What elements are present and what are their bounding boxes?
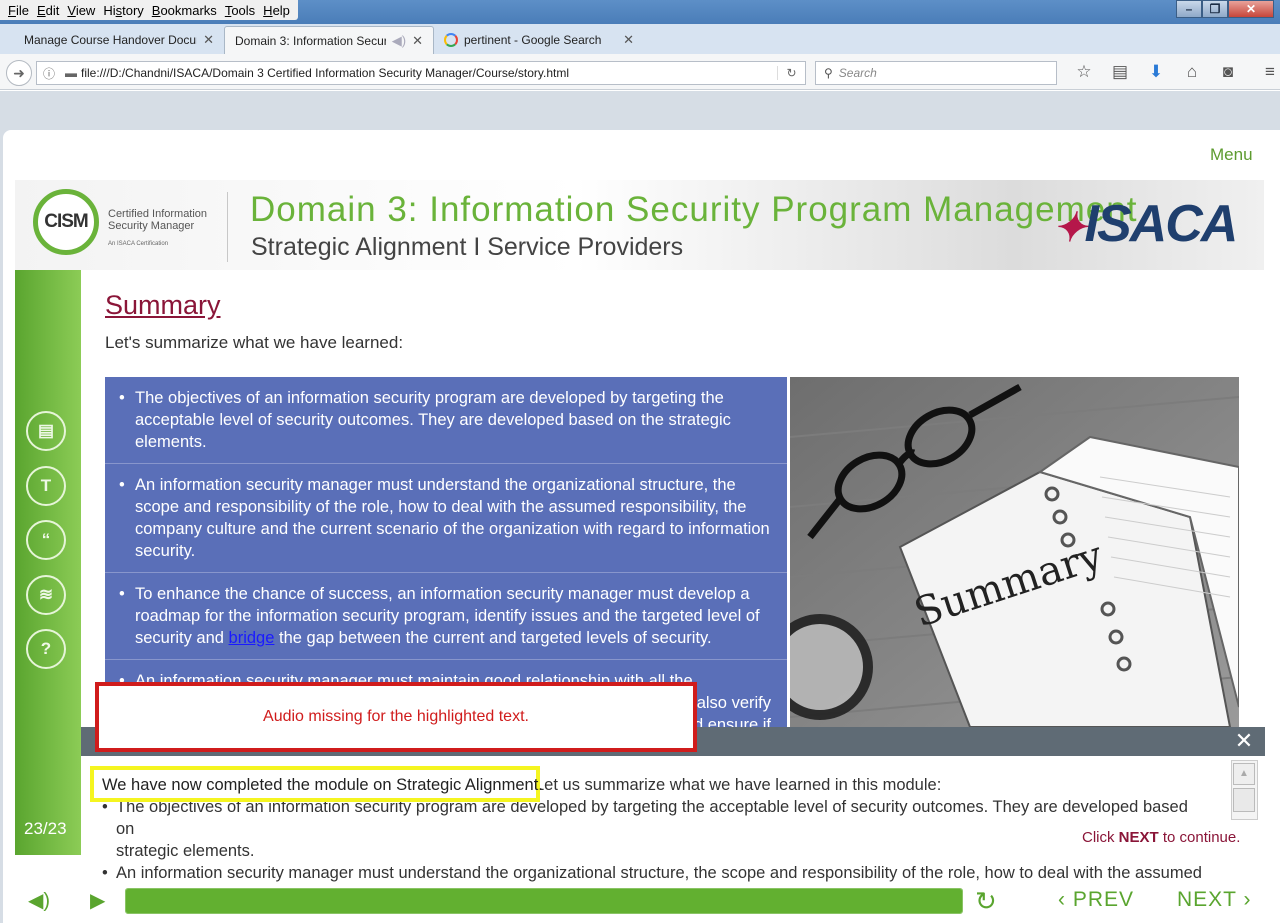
- minimize-button[interactable]: –: [1176, 0, 1202, 18]
- page-icon: ▬: [65, 66, 78, 80]
- isaca-logo-text: ISACA: [1084, 195, 1239, 253]
- search-placeholder: Search: [838, 66, 877, 80]
- maximize-button[interactable]: ❐: [1202, 0, 1228, 18]
- window-controls: – ❐ ✕: [1176, 0, 1274, 18]
- info-icon[interactable]: ⓘ: [43, 65, 55, 82]
- back-button[interactable]: ➜: [6, 60, 32, 86]
- transcript-icon[interactable]: T: [26, 466, 66, 506]
- pocket-icon[interactable]: ◙: [1210, 62, 1246, 82]
- google-icon: [444, 33, 458, 47]
- prev-label: PREV: [1072, 888, 1135, 911]
- isaca-star-icon: ✦: [1053, 206, 1086, 250]
- url-bar[interactable]: ⓘ ▬ file:///D:/Chandni/ISACA/Domain 3 Ce…: [36, 61, 806, 85]
- quote-icon[interactable]: “: [26, 520, 66, 560]
- chevron-left-icon: ‹: [1058, 888, 1073, 911]
- caption-bullet: An information security manager must und…: [100, 862, 1210, 884]
- banner-title: Domain 3: Information Security Program M…: [250, 190, 1138, 229]
- tab-label: Manage Course Handover Docum: [24, 33, 198, 47]
- help-icon[interactable]: ?: [26, 629, 66, 669]
- cism-logo-text: CISM: [44, 211, 88, 232]
- navigation-bar: ➜ ⓘ ▬ file:///D:/Chandni/ISACA/Domain 3 …: [0, 54, 1280, 90]
- summary-bullet: An information security manager must und…: [105, 464, 787, 573]
- seek-bar-fill: [126, 889, 962, 913]
- close-caption-icon[interactable]: ✕: [1234, 728, 1254, 753]
- audio-missing-annotation: Audio missing for the highlighted text.: [95, 682, 697, 752]
- replay-icon[interactable]: ↻: [975, 886, 997, 917]
- menu-help[interactable]: Help: [263, 3, 290, 18]
- summary-notebook-image: Summary: [790, 377, 1239, 727]
- continue-prompt: Click NEXT to continue.: [1082, 829, 1256, 849]
- bookmark-star-icon[interactable]: ☆: [1066, 62, 1102, 82]
- isaca-logo: ✦ISACA: [1053, 194, 1239, 254]
- tab-domain3[interactable]: Domain 3: Information Securi ◀) ✕: [224, 26, 434, 54]
- tab-label: pertinent - Google Search: [464, 33, 602, 47]
- side-toolbar: ▤ T “ ≋ ?: [15, 270, 81, 855]
- toolbar-icons: ☆ ▤ ⬇ ⌂ ◙ ≡: [1066, 62, 1280, 82]
- reading-list-icon[interactable]: ▤: [1102, 62, 1138, 82]
- banner-subtitle: Strategic Alignment I Service Providers: [251, 233, 684, 261]
- scroll-thumb[interactable]: [1233, 788, 1255, 812]
- slide-intro: Let's summarize what we have learned:: [105, 333, 404, 352]
- tab-google-search[interactable]: pertinent - Google Search ✕: [434, 26, 644, 54]
- banner-divider: [227, 192, 228, 262]
- url-text[interactable]: file:///D:/Chandni/ISACA/Domain 3 Certif…: [81, 66, 777, 80]
- caption-line: strategic elements.: [116, 842, 255, 860]
- continue-next-word: NEXT: [1118, 829, 1159, 846]
- bridge-link[interactable]: bridge: [229, 629, 275, 647]
- seek-bar[interactable]: [125, 888, 963, 914]
- close-tab-icon[interactable]: ✕: [623, 32, 634, 48]
- notes-icon[interactable]: ▤: [26, 411, 66, 451]
- page-counter: 23/23: [24, 819, 67, 838]
- speaker-icon[interactable]: ◀): [392, 33, 406, 49]
- home-icon[interactable]: ⌂: [1174, 62, 1210, 82]
- tab-course-handover[interactable]: Manage Course Handover Docum ✕: [14, 26, 224, 54]
- summary-bullet: To enhance the chance of success, an inf…: [105, 573, 787, 660]
- audio-warning-text: Audio missing for the highlighted text.: [263, 708, 529, 725]
- volume-icon[interactable]: ◀): [28, 888, 50, 913]
- reload-icon[interactable]: ↻: [777, 66, 805, 80]
- search-input[interactable]: ⚲ Search: [815, 61, 1057, 85]
- bullet-text: The objectives of an information securit…: [135, 389, 731, 451]
- close-tab-icon[interactable]: ✕: [203, 32, 214, 48]
- menu-bar: File Edit View History Bookmarks Tools H…: [0, 0, 298, 20]
- bullet-text-continued: the gap between the current and targeted…: [274, 629, 712, 647]
- cism-subtagline: An ISACA Certification: [108, 241, 169, 247]
- slide-title: Summary: [105, 290, 221, 320]
- scroll-up-arrow-icon[interactable]: ▲: [1233, 763, 1255, 785]
- menu-history[interactable]: History: [103, 3, 143, 18]
- prev-button[interactable]: ‹ PREV: [1058, 888, 1134, 912]
- menu-view[interactable]: View: [67, 3, 95, 18]
- cism-tagline: Certified Information Security Manager: [108, 208, 208, 232]
- download-icon[interactable]: ⬇: [1138, 62, 1174, 82]
- chevron-right-icon: ›: [1236, 888, 1252, 911]
- next-button[interactable]: NEXT ›: [1177, 888, 1251, 912]
- next-label: NEXT: [1177, 888, 1237, 911]
- tab-strip: Manage Course Handover Docum ✕ Domain 3:…: [0, 24, 1280, 72]
- tab-label: Domain 3: Information Securi: [235, 33, 386, 48]
- play-icon[interactable]: ▶: [90, 888, 112, 912]
- resources-icon[interactable]: ≋: [26, 575, 66, 615]
- close-window-button[interactable]: ✕: [1228, 0, 1274, 18]
- highlighted-caption-text: We have now completed the module on Stra…: [90, 766, 543, 802]
- close-tab-icon[interactable]: ✕: [412, 33, 423, 49]
- hamburger-menu-icon[interactable]: ≡: [1252, 62, 1280, 82]
- caption-bullet: The objectives of an information securit…: [100, 796, 1210, 840]
- search-icon: ⚲: [824, 66, 833, 80]
- bullet-text: An information security manager must und…: [135, 476, 770, 560]
- course-menu-button[interactable]: Menu: [1210, 145, 1253, 165]
- menu-file[interactable]: File: [8, 3, 29, 18]
- menu-tools[interactable]: Tools: [225, 3, 255, 18]
- cism-logo: CISM: [33, 189, 99, 255]
- menu-edit[interactable]: Edit: [37, 3, 59, 18]
- window-titlebar: File Edit View History Bookmarks Tools H…: [0, 0, 1280, 24]
- summary-bullet: The objectives of an information securit…: [105, 377, 787, 464]
- summary-bullet-panel: The objectives of an information securit…: [105, 377, 787, 727]
- continue-suffix: to continue.: [1158, 829, 1241, 846]
- menu-bookmarks[interactable]: Bookmarks: [152, 3, 217, 18]
- continue-prefix: Click: [1082, 829, 1119, 846]
